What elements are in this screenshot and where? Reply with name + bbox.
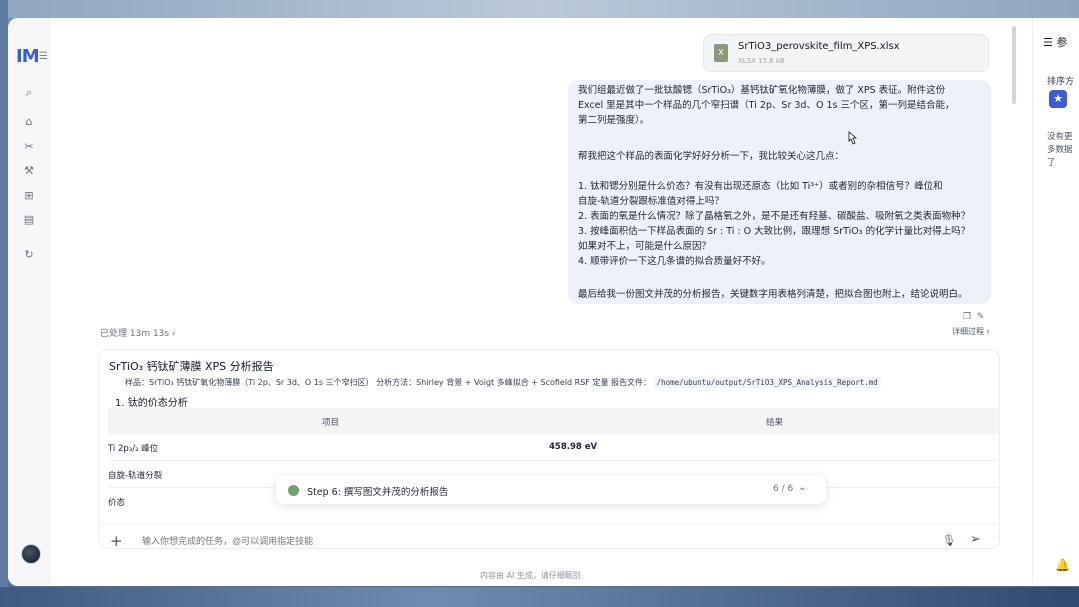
desktop-taskbar (0, 587, 1079, 607)
section-title: 1. 钛的价态分析 (115, 398, 188, 409)
app-window: IM ☰ ⌕ ⌂ ✂ ⚒ ⊞ ▤ ↻ X SrTiO3_perovskite_f… (8, 18, 1079, 586)
chat-input-bar: + 🎙 ➢ (98, 523, 1000, 559)
empty-note: 了 (1047, 158, 1056, 168)
message-line: 如果对不上，可能是什么原因？ (578, 241, 712, 252)
message-line: 最后给我一份图文并茂的分析报告，关键数字用表格列清楚，把拟合图也附上，结论说明白… (578, 289, 968, 300)
bell-icon[interactable]: 🔔 (1055, 558, 1070, 572)
message-line: 我们组最近做了一批钛酸锶（SrTiO₃）基钙钛矿氧化物薄膜，做了 XPS 表征。… (578, 85, 946, 96)
app-logo[interactable]: IM (16, 46, 40, 67)
mouse-pointer-icon (848, 131, 857, 145)
table-cell: 价态 (108, 498, 126, 508)
chat-input[interactable] (142, 536, 642, 546)
edit-icon[interactable]: ✎ (977, 312, 985, 322)
home-icon[interactable]: ⌂ (22, 115, 36, 129)
desktop-background-left (0, 0, 8, 607)
wrench-icon[interactable]: ⚒ (22, 164, 36, 178)
star-icon[interactable]: ★ (1049, 90, 1067, 108)
table-row: Ti 2p₃/₂ 峰位 458.98 eV (108, 434, 999, 461)
column-header: 结果 (766, 418, 784, 428)
report-card: SrTiO₃ 钙钛矿薄膜 XPS 分析报告 样品：SrTiO₃ 钙钛矿氧化物薄膜… (98, 349, 1000, 549)
microphone-icon[interactable]: 🎙 (942, 534, 956, 547)
grid-icon[interactable]: ⊞ (22, 189, 36, 203)
sort-label[interactable]: 排序方 (1047, 74, 1074, 87)
column-header: 项目 (322, 418, 340, 428)
sidebar-toggle-icon[interactable]: ☰ (39, 51, 48, 62)
table-cell: 458.98 eV (549, 442, 598, 452)
report-file-path[interactable]: /home/ubuntu/output/SrTiO3_XPS_Analysis_… (653, 377, 881, 388)
table-header: 项目 结果 (108, 408, 999, 434)
processing-time[interactable]: 已处理 13m 13s › (100, 326, 176, 339)
message-line: 帮我把这个样品的表面化学好好分析一下，我比较关心这几点： (578, 151, 845, 162)
step-progress-bar[interactable]: Step 6: 撰写图文并茂的分析报告 6 / 6 ⌄ (276, 476, 826, 504)
message-line: 3. 按峰面积估一下样品表面的 Sr : Ti : O 大致比例，跟理想 SrT… (578, 226, 971, 237)
report-sample-info: 样品：SrTiO₃ 钙钛矿氧化物薄膜（Ti 2p、Sr 3d、O 1s 三个窄扫… (125, 377, 881, 388)
chevron-down-icon[interactable]: ⌄ (798, 482, 806, 493)
message-line: 自旋-轨道分裂跟标准值对得上吗？ (578, 196, 724, 207)
table-cell: 自旋-轨道分裂 (108, 471, 163, 481)
user-avatar[interactable] (21, 544, 41, 564)
empty-note: 没有更 (1047, 132, 1073, 142)
panel-title: ☰ 参 (1043, 36, 1068, 49)
chat-main: X SrTiO3_perovskite_film_XPS.xlsx XLSX 1… (50, 18, 1016, 586)
message-actions: ❐ ✎ (963, 312, 984, 322)
step-label: Step 6: 撰写图文并茂的分析报告 (307, 487, 449, 498)
send-button[interactable]: ➢ (970, 532, 981, 547)
copy-icon[interactable]: ❐ (963, 312, 971, 322)
attachment-meta: XLSX 15.6 kB (738, 57, 785, 65)
message-line: 4. 顺带评价一下这几条谱的拟合质量好不好。 (578, 256, 771, 267)
message-line: Excel 里是其中一个样品的几个窄扫谱（Ti 2p、Sr 3d、O 1s 三个… (578, 100, 955, 111)
attachment-filename: SrTiO3_perovskite_film_XPS.xlsx (738, 41, 900, 52)
right-panel: ☰ 参 排序方 ★ 没有更 多数据 了 🔔 (1032, 18, 1079, 586)
message-line: 2. 表面的氧是什么情况？除了晶格氧之外，是不是还有羟基、碳酸盐、吸附氧之类表面… (578, 211, 971, 222)
history-icon[interactable]: ↻ (22, 248, 36, 262)
message-line: 1. 钛和锶分别是什么价态？有没有出现还原态（比如 Ti³⁺）或者别的杂相信号？… (578, 181, 943, 192)
desktop-background-top (0, 0, 1079, 18)
search-icon[interactable]: ⌕ (22, 86, 36, 100)
add-attachment-button[interactable]: + (110, 532, 123, 550)
tools-icon[interactable]: ✂ (22, 140, 36, 154)
table-cell: Ti 2p₃/₂ 峰位 (108, 444, 159, 454)
excel-file-icon: X (714, 44, 728, 62)
step-status-icon (288, 485, 299, 496)
attachment-card[interactable]: X SrTiO3_perovskite_film_XPS.xlsx XLSX 1… (703, 34, 989, 72)
report-title: SrTiO₃ 钙钛矿薄膜 XPS 分析报告 (109, 360, 274, 373)
left-sidebar: IM ☰ ⌕ ⌂ ✂ ⚒ ⊞ ▤ ↻ (8, 18, 50, 586)
message-line: 第二列是强度）。 (578, 115, 650, 126)
empty-note: 多数据 (1047, 145, 1073, 155)
scrollbar[interactable] (1012, 26, 1016, 104)
ai-disclaimer: 内容由 AI 生成，请仔细甄别 (480, 571, 581, 580)
step-count: 6 / 6 (773, 484, 794, 494)
detail-process-link[interactable]: 详细过程 › (952, 326, 990, 337)
user-message-bubble: 我们组最近做了一批钛酸锶（SrTiO₃）基钙钛矿氧化物薄膜，做了 XPS 表征。… (568, 80, 991, 304)
layers-icon[interactable]: ▤ (22, 213, 36, 227)
